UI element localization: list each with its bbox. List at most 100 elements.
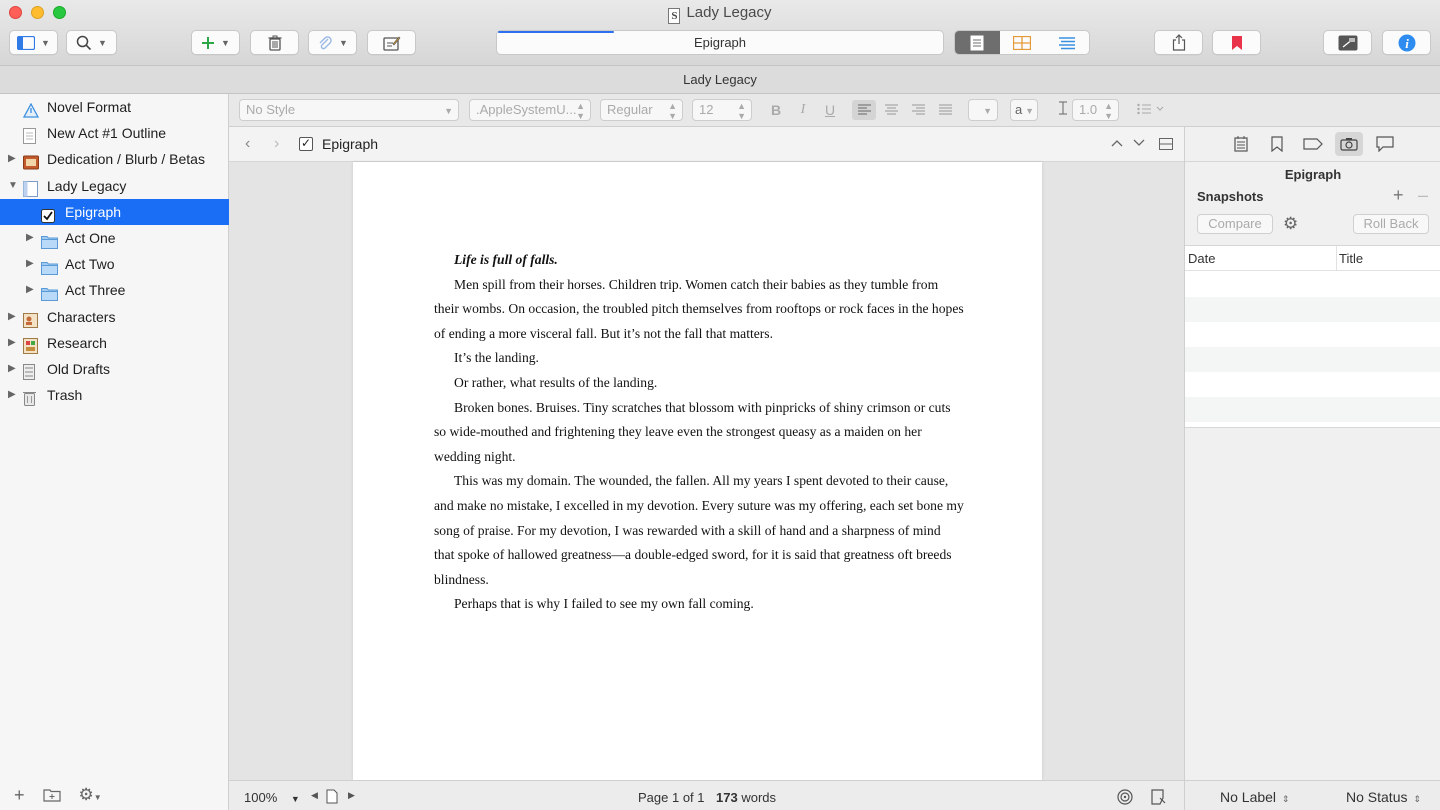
- folder-icon: [41, 231, 58, 249]
- scrivener-document-icon: S: [668, 8, 681, 24]
- text-color-picker[interactable]: ▼: [968, 99, 998, 121]
- binder-item-act-one[interactable]: ▶ Act One: [0, 225, 229, 251]
- target-icon[interactable]: [1117, 789, 1133, 805]
- binder-item-trash[interactable]: ▶ Trash: [0, 382, 229, 408]
- column-header-date[interactable]: Date: [1185, 246, 1337, 271]
- list-style-button[interactable]: [1134, 100, 1168, 120]
- document-text[interactable]: Life is full of falls. Men spill from the…: [434, 248, 964, 617]
- snapshot-gear-icon[interactable]: ⚙: [1283, 215, 1298, 233]
- back-arrow-icon[interactable]: ‹: [245, 135, 250, 153]
- font-family-select[interactable]: .AppleSystemU... ▲ ▼: [469, 99, 591, 121]
- forward-arrow-icon[interactable]: ›: [274, 135, 279, 153]
- roll-back-button[interactable]: Roll Back: [1353, 214, 1429, 234]
- window-title-text: Lady Legacy: [686, 4, 772, 21]
- binder-item-old-drafts[interactable]: ▶ Old Drafts: [0, 356, 229, 382]
- text-page[interactable]: Life is full of falls. Men spill from the…: [353, 162, 1042, 780]
- binder-item-act-three[interactable]: ▶ Act Three: [0, 277, 229, 303]
- text-paragraph[interactable]: Perhaps that is why I failed to see my o…: [434, 592, 964, 617]
- binder-item-research[interactable]: ▶ Research: [0, 330, 229, 356]
- tab-comments[interactable]: [1371, 132, 1399, 156]
- view-mode-group: [954, 30, 1090, 55]
- justify-button[interactable]: [936, 100, 954, 120]
- editor-pane: Life is full of falls. Men spill from the…: [229, 162, 1184, 780]
- column-header-title[interactable]: Title: [1337, 246, 1440, 271]
- attach-button[interactable]: ▼: [308, 30, 357, 55]
- share-button[interactable]: [1154, 30, 1203, 55]
- label-select[interactable]: No Label ⇕: [1220, 789, 1290, 805]
- tab-metadata[interactable]: [1299, 132, 1327, 156]
- scrivenings-view-button[interactable]: [955, 31, 1000, 54]
- bookmarks-button[interactable]: [1212, 30, 1261, 55]
- text-paragraph[interactable]: Or rather, what results of the landing.: [434, 371, 964, 396]
- remove-snapshot-icon[interactable]: –: [1418, 185, 1428, 206]
- binder-item-characters[interactable]: ▶ Characters: [0, 304, 229, 330]
- binder-item-label: Novel Format: [47, 99, 132, 115]
- checkbox-icon: [41, 205, 56, 223]
- next-document-icon[interactable]: [1133, 139, 1145, 147]
- binder-item-dedication-blurb-betas[interactable]: ▶ Dedication / Blurb / Betas: [0, 146, 229, 172]
- zoom-select[interactable]: 100% ▼: [244, 790, 300, 805]
- disclosure-expanded-icon[interactable]: ▼: [8, 173, 18, 199]
- compare-button[interactable]: Compare: [1197, 214, 1273, 234]
- highlight-color-picker[interactable]: a ▼: [1010, 99, 1038, 121]
- delete-button[interactable]: [250, 30, 299, 55]
- align-left-button[interactable]: [852, 100, 876, 120]
- document-title-field[interactable]: Epigraph: [496, 30, 944, 55]
- paragraph-style-select[interactable]: No Style ▼: [239, 99, 459, 121]
- text-paragraph[interactable]: Life is full of falls.: [434, 248, 964, 273]
- italic-button[interactable]: I: [796, 100, 810, 120]
- inspector-footer: No Label ⇕ No Status ⇕: [1184, 780, 1440, 810]
- disclosure-collapsed-icon[interactable]: ▶: [26, 251, 34, 277]
- previous-document-icon[interactable]: [1111, 139, 1123, 147]
- next-page-icon[interactable]: ▶: [348, 790, 355, 801]
- gear-menu-icon[interactable]: ⚙▼: [79, 785, 102, 805]
- line-spacing-select[interactable]: 1.0 ▲ ▼: [1072, 99, 1119, 121]
- add-snapshot-icon[interactable]: +: [1393, 185, 1404, 206]
- chevron-down-icon: ▼: [444, 106, 453, 116]
- binder-item-epigraph[interactable]: Epigraph: [0, 198, 229, 225]
- disclosure-collapsed-icon[interactable]: ▶: [8, 304, 16, 330]
- status-select[interactable]: No Status ⇕: [1346, 789, 1421, 805]
- disclosure-collapsed-icon[interactable]: ▶: [8, 146, 16, 172]
- font-size-select[interactable]: 12 ▲ ▼: [692, 99, 752, 121]
- tab-bookmarks[interactable]: [1263, 132, 1291, 156]
- disclosure-collapsed-icon[interactable]: ▶: [8, 356, 16, 382]
- disclosure-collapsed-icon[interactable]: ▶: [26, 225, 34, 251]
- underline-button[interactable]: U: [822, 100, 838, 120]
- add-comment-icon[interactable]: [1151, 789, 1167, 805]
- add-item-button[interactable]: ▼: [191, 30, 240, 55]
- disclosure-collapsed-icon[interactable]: ▶: [8, 382, 16, 408]
- line-spacing-value: 1.0: [1079, 102, 1098, 117]
- disclosure-collapsed-icon[interactable]: ▶: [26, 277, 34, 303]
- align-center-button[interactable]: [882, 100, 900, 120]
- text-paragraph[interactable]: This was my domain. The wounded, the fal…: [434, 469, 964, 592]
- tab-snapshots[interactable]: [1335, 132, 1363, 156]
- binder-item-label: Lady Legacy: [47, 177, 127, 194]
- previous-page-icon[interactable]: ◀: [311, 790, 318, 801]
- zoom-value: 100%: [244, 790, 278, 805]
- page-view-icon[interactable]: [326, 789, 338, 804]
- binder-item-novel-format[interactable]: Novel Format: [0, 94, 229, 120]
- split-editor-icon[interactable]: [1159, 138, 1173, 150]
- binder-item-new-act-1-outline[interactable]: New Act #1 Outline: [0, 120, 229, 146]
- outliner-view-button[interactable]: [1044, 31, 1089, 54]
- add-folder-icon[interactable]: [42, 788, 61, 802]
- composition-mode-button[interactable]: [367, 30, 416, 55]
- text-paragraph[interactable]: Broken bones. Bruises. Tiny scratches th…: [434, 396, 964, 470]
- align-right-button[interactable]: [909, 100, 927, 120]
- corkboard-view-button[interactable]: [1000, 31, 1045, 54]
- quick-search-button[interactable]: ▼: [66, 30, 117, 55]
- quick-reference-button[interactable]: [1323, 30, 1372, 55]
- layout-view-button[interactable]: ▼: [9, 30, 58, 55]
- editor-document-title[interactable]: Epigraph: [322, 127, 378, 162]
- text-paragraph[interactable]: It’s the landing.: [434, 346, 964, 371]
- binder-item-lady-legacy[interactable]: ▼ Lady Legacy: [0, 173, 229, 199]
- font-weight-select[interactable]: Regular ▲ ▼: [600, 99, 683, 121]
- binder-item-act-two[interactable]: ▶ Act Two: [0, 251, 229, 277]
- disclosure-collapsed-icon[interactable]: ▶: [8, 330, 16, 356]
- tab-notes[interactable]: [1227, 132, 1255, 156]
- bold-button[interactable]: B: [768, 100, 784, 120]
- inspector-toggle-button[interactable]: i: [1382, 30, 1431, 55]
- add-icon[interactable]: +: [14, 785, 25, 806]
- text-paragraph[interactable]: Men spill from their horses. Children tr…: [434, 273, 964, 347]
